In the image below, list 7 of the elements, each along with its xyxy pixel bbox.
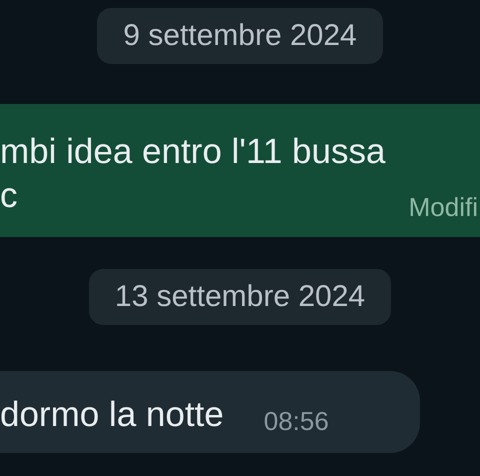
message-text: dormo la notte — [0, 395, 224, 434]
date-label: 13 settembre 2024 — [88, 269, 392, 325]
date-label: 9 settembre 2024 — [97, 8, 383, 64]
message-text: mbi idea entro l'11 bussa — [0, 131, 386, 173]
message-text: c — [0, 175, 18, 217]
edited-label: Modifi — [408, 192, 478, 223]
message-time: 08:56 — [264, 406, 329, 437]
